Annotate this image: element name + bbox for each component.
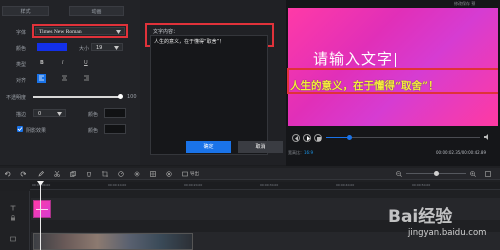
- zoom-slider-handle[interactable]: [434, 171, 439, 176]
- align-right-button[interactable]: [82, 74, 91, 83]
- size-value: 19: [96, 45, 103, 51]
- align-label: 对齐: [16, 78, 27, 84]
- opacity-slider[interactable]: [33, 96, 121, 98]
- watermark-logo: Bai经验: [388, 207, 453, 227]
- previous-icon: [295, 136, 298, 141]
- chevron-down-icon: [114, 46, 119, 50]
- text-content-label: 文字内容：: [153, 29, 179, 35]
- crop-icon[interactable]: [102, 171, 108, 177]
- volume-icon[interactable]: [483, 133, 491, 141]
- opacity-value: 100: [127, 94, 137, 100]
- time-current: 00:00:02.35: [436, 150, 461, 155]
- stroke-width-input[interactable]: 0: [33, 109, 66, 117]
- type-label: 类型: [16, 62, 27, 68]
- playback-progress-fill: [326, 137, 350, 138]
- preview-main-text: 请输入文字: [313, 48, 397, 69]
- text-clip[interactable]: [33, 200, 51, 218]
- aspect-ratio-label: 宽高比：16:9: [288, 150, 313, 156]
- video-preview: 请输入文字 人生的意义，在于懂得“取舍”！: [288, 8, 498, 126]
- zoom-out-icon[interactable]: [396, 171, 402, 177]
- align-right-icon: [84, 75, 89, 81]
- stop-icon: [316, 136, 321, 141]
- freeze-icon[interactable]: [134, 171, 140, 177]
- underline-button[interactable]: U: [84, 60, 88, 66]
- record-icon[interactable]: [166, 171, 172, 177]
- align-left-icon: [39, 75, 44, 81]
- edit-icon[interactable]: [38, 171, 44, 177]
- ok-button[interactable]: 确定: [186, 141, 231, 153]
- text-content-textarea[interactable]: 人生的意义，在于懂得“取舍”！: [150, 35, 268, 155]
- undo-icon[interactable]: [5, 171, 11, 177]
- zoom-in-icon[interactable]: [470, 171, 476, 177]
- font-value: Times New Roman: [39, 29, 82, 35]
- ruler-tick: 00:00:10.00: [108, 183, 127, 187]
- export-icon[interactable]: [182, 171, 188, 177]
- copy-icon[interactable]: [70, 171, 76, 177]
- opacity-label: 不透明度: [6, 95, 27, 101]
- text-content-value: 人生的意义，在于懂得“取舍”！: [154, 39, 225, 45]
- align-left-button[interactable]: [37, 74, 46, 83]
- tab-style[interactable]: 样式: [2, 6, 49, 16]
- chevron-down-icon: [57, 112, 62, 116]
- playhead-marker-icon[interactable]: [37, 181, 44, 186]
- watermark-url: jingyan.baidu.com: [408, 228, 487, 238]
- checkmark-icon: [17, 127, 23, 132]
- aspect-ratio-label-text: 宽高比：: [288, 150, 304, 155]
- shadow-color-label: 颜色: [88, 128, 99, 134]
- speed-icon[interactable]: [118, 171, 124, 177]
- color-swatch[interactable]: [37, 43, 67, 51]
- prev-button[interactable]: [292, 134, 300, 142]
- playback-progress-handle[interactable]: [346, 135, 352, 140]
- delete-icon[interactable]: [86, 171, 92, 177]
- shadow-label: 阴影效果: [26, 128, 47, 134]
- mosaic-icon[interactable]: [150, 171, 156, 177]
- italic-button[interactable]: I: [62, 60, 63, 66]
- fit-icon[interactable]: [485, 171, 491, 177]
- cancel-button[interactable]: 取消: [238, 141, 283, 153]
- redo-icon[interactable]: [20, 171, 26, 177]
- video-track-icon: [10, 236, 16, 242]
- preview-top-text: 修改保存 预: [454, 1, 476, 6]
- play-button[interactable]: [303, 134, 311, 142]
- size-input[interactable]: 19: [91, 43, 123, 51]
- export-label[interactable]: 导出: [190, 171, 199, 177]
- stop-button[interactable]: [314, 134, 322, 142]
- opacity-slider-handle[interactable]: [118, 94, 123, 99]
- stroke-value: 0: [38, 111, 42, 117]
- cut-icon[interactable]: [54, 171, 60, 177]
- stroke-color-label: 颜色: [88, 112, 99, 118]
- play-icon: [306, 136, 310, 141]
- align-center-icon: [62, 75, 67, 81]
- font-label: 字体: [16, 30, 27, 36]
- time-total: 00:00:42.89: [461, 150, 487, 155]
- ruler-tick: 00:00:20.00: [184, 183, 203, 187]
- aspect-ratio-value[interactable]: 16:9: [304, 150, 313, 155]
- caption-highlight-box: [287, 68, 498, 94]
- align-center-button[interactable]: [60, 74, 69, 83]
- ruler-tick: 00:00:50.00: [412, 183, 431, 187]
- tab-animation[interactable]: 动画: [69, 6, 124, 16]
- shadow-color-swatch[interactable]: [104, 124, 126, 134]
- chevron-down-icon: [116, 30, 121, 34]
- font-dropdown[interactable]: Times New Roman: [35, 27, 125, 35]
- video-clip[interactable]: [33, 233, 193, 250]
- text-track-icon: [10, 205, 16, 211]
- bold-button[interactable]: B: [40, 60, 44, 66]
- shadow-checkbox[interactable]: [17, 126, 23, 132]
- stroke-color-swatch[interactable]: [104, 108, 126, 118]
- ruler-tick: 00:00:30.00: [260, 183, 279, 187]
- lock-icon[interactable]: [10, 215, 16, 221]
- playhead[interactable]: [40, 182, 41, 250]
- size-label: 大小: [79, 46, 90, 52]
- stroke-label: 描边: [16, 112, 27, 118]
- color-label: 颜色: [16, 46, 27, 52]
- ruler-tick: 00:00:40.00: [336, 183, 355, 187]
- time-display: 00:00:02.35/00:00:42.89: [436, 150, 487, 155]
